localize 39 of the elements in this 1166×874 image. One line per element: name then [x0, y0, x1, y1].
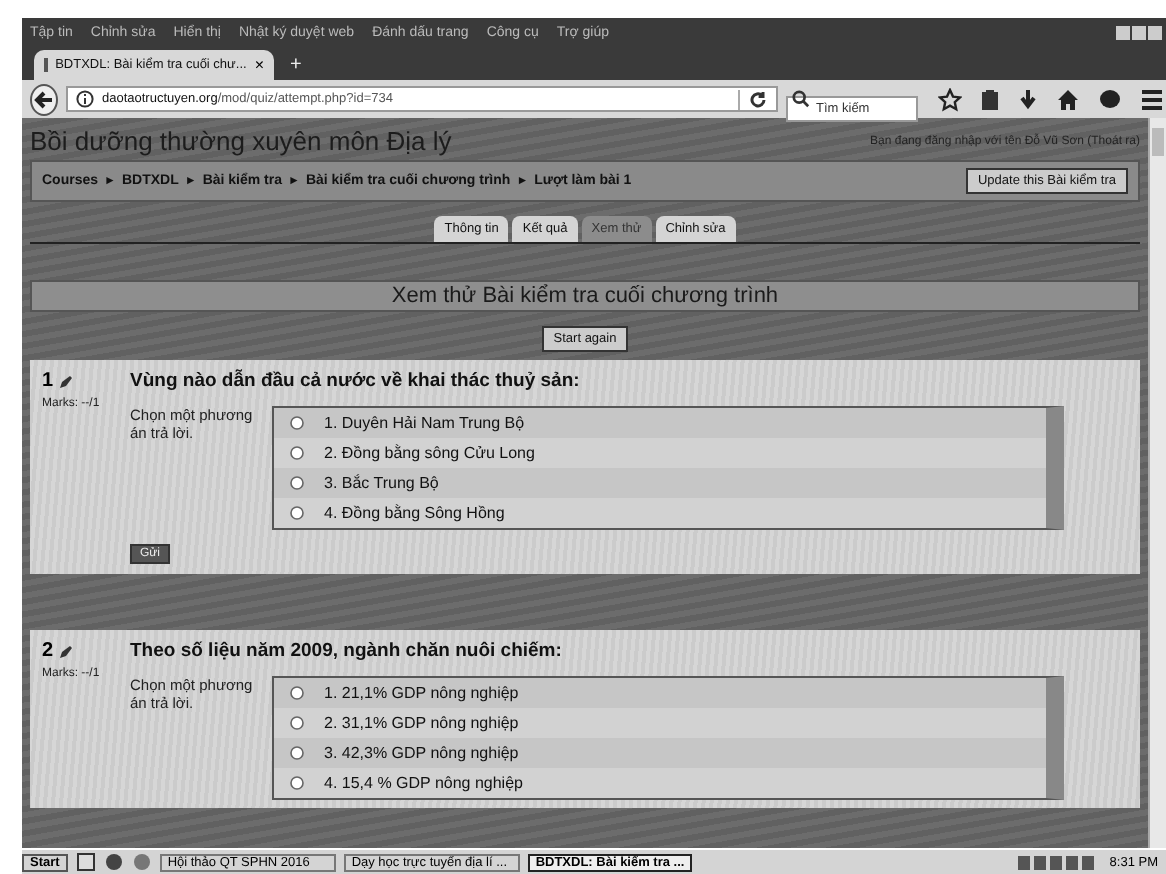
reload-icon[interactable] [738, 89, 768, 109]
question-text: Theo số liệu năm 2009, ngành chăn nuôi chiếm: [130, 640, 564, 662]
radio-button[interactable] [290, 716, 304, 730]
desktop-icon[interactable] [75, 852, 96, 872]
option-label[interactable]: 2. Đồng bằng sông Cửu Long [324, 444, 535, 462]
question-number: 2 [42, 640, 54, 662]
option-label[interactable]: 3. 42,3% GDP nông nghiệp [324, 744, 519, 762]
radio-button[interactable] [290, 686, 304, 700]
question-number: 1 [42, 370, 54, 392]
radio-button[interactable] [290, 776, 304, 790]
system-tray-icons [1017, 855, 1094, 869]
option-label[interactable]: 1. 21,1% GDP nông nghiệp [324, 684, 519, 702]
close-tab-button[interactable]: × [254, 56, 264, 74]
scrollbar[interactable] [1148, 118, 1166, 848]
pencil-icon[interactable] [57, 643, 74, 659]
option-label[interactable]: 2. 31,1% GDP nông nghiệp [324, 714, 519, 732]
option-label[interactable]: 1. Duyên Hải Nam Trung Bộ [324, 414, 525, 432]
download-icon[interactable] [1018, 87, 1038, 111]
home-icon[interactable] [1056, 87, 1080, 111]
search-icon [792, 90, 810, 108]
radio-button[interactable] [290, 446, 304, 460]
radio-button[interactable] [290, 416, 304, 430]
radio-button[interactable] [290, 476, 304, 490]
menu-icon[interactable] [1140, 87, 1164, 111]
radio-button[interactable] [290, 746, 304, 760]
option-label[interactable]: 3. Bắc Trung Bộ [324, 474, 439, 492]
pencil-icon[interactable] [57, 373, 74, 389]
clipboard-icon[interactable] [980, 87, 1000, 111]
option-label[interactable]: 4. 15,4 % GDP nông nghiệp [324, 774, 523, 792]
page-heading: Xem thử Bài kiểm tra cuối chương trình [391, 284, 779, 308]
window-controls-icon[interactable] [1116, 25, 1162, 39]
back-button[interactable] [30, 83, 58, 115]
star-icon[interactable] [938, 87, 962, 111]
info-icon[interactable] [76, 90, 94, 108]
question-text: Vùng nào dẫn đầu cả nước về khai thác thuỷ sản: [130, 370, 582, 392]
site-title: Bồi dưỡng thường xuyên môn Địa lý [30, 126, 452, 156]
radio-button[interactable] [290, 506, 304, 520]
new-tab-button[interactable]: + [290, 54, 302, 76]
option-label[interactable]: 4. Đồng bằng Sông Hồng [324, 504, 505, 522]
